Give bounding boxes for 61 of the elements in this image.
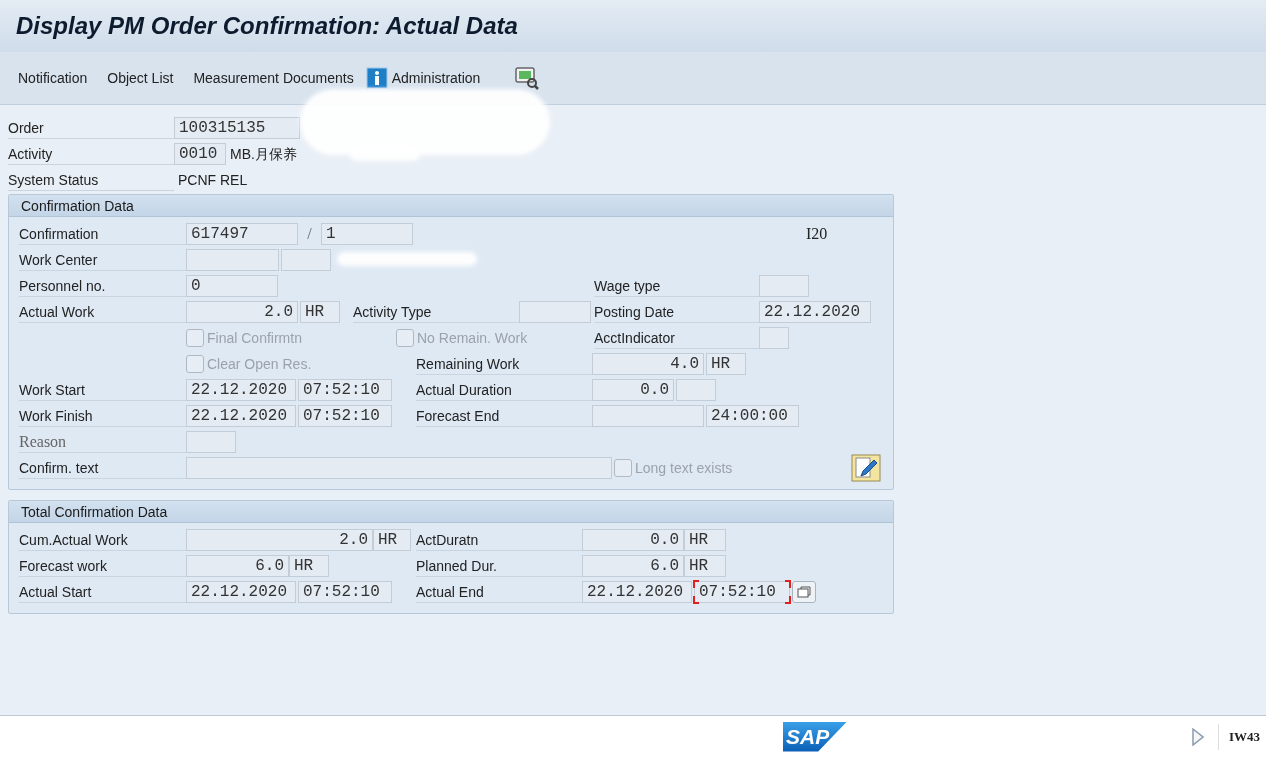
input-field[interactable] <box>186 431 236 453</box>
window-title: Display PM Order Confirmation: Actual Data <box>16 11 518 41</box>
edit-icon[interactable] <box>851 454 881 482</box>
separator: / <box>306 224 313 244</box>
panel-title: Total Confirmation Data <box>9 501 893 523</box>
input-field[interactable]: 2.0 <box>186 529 373 551</box>
input-field[interactable]: 24:00:00 <box>706 405 799 427</box>
input-field[interactable]: 0010 <box>174 143 226 165</box>
input-field[interactable]: 1 <box>321 223 413 245</box>
play-icon[interactable] <box>1192 727 1204 746</box>
input-field[interactable]: 22.12.2020 <box>186 581 296 603</box>
field-label: System Status <box>8 169 174 191</box>
input-field[interactable]: 07:52:10 <box>298 379 392 401</box>
input-field[interactable] <box>759 327 789 349</box>
input-field[interactable]: 6.0 <box>186 555 289 577</box>
input-field[interactable]: 2.0 <box>186 301 298 323</box>
input-field[interactable]: 22.12.2020 <box>759 301 871 323</box>
system-status-value: PCNF REL <box>178 170 248 190</box>
input-field[interactable]: HR <box>289 555 329 577</box>
input-field[interactable]: 0.0 <box>582 529 684 551</box>
input-field[interactable] <box>186 249 279 271</box>
input-field[interactable]: 100315135 <box>174 117 300 139</box>
input-field[interactable] <box>592 405 704 427</box>
checkbox-label: Long text exists <box>635 458 733 478</box>
input-field[interactable]: 22.12.2020 <box>186 379 296 401</box>
activity-description: MB.月保养 <box>230 144 297 164</box>
logo: SAP <box>783 721 847 752</box>
input-field[interactable]: 4.0 <box>592 353 704 375</box>
input-field[interactable] <box>186 457 612 479</box>
input-field[interactable]: 22.12.2020 <box>186 405 296 427</box>
input-field[interactable]: 0.0 <box>592 379 674 401</box>
input-field[interactable]: 22.12.2020 <box>582 581 692 603</box>
toolbar-button[interactable]: Administration <box>365 67 481 89</box>
input-field[interactable]: 07:52:10 <box>298 581 392 603</box>
input-field[interactable]: 6.0 <box>582 555 684 577</box>
info-icon <box>365 67 388 89</box>
input-field[interactable]: 07:52:10 <box>694 581 790 603</box>
transaction-code: IW43 <box>1229 727 1261 746</box>
copy-icon <box>797 586 811 598</box>
input-field[interactable] <box>519 301 591 323</box>
input-field[interactable]: HR <box>684 529 726 551</box>
input-field[interactable]: HR <box>373 529 411 551</box>
toolbar-button[interactable]: Notification <box>18 67 88 89</box>
value-help-button[interactable] <box>792 581 816 603</box>
panel-title: Confirmation Data <box>9 195 893 217</box>
monitor-search-icon[interactable] <box>514 65 541 91</box>
input-field[interactable]: HR <box>684 555 726 577</box>
input-field[interactable]: 0 <box>186 275 278 297</box>
input-field[interactable] <box>281 249 331 271</box>
input-field[interactable]: 07:52:10 <box>298 405 392 427</box>
input-field[interactable] <box>759 275 809 297</box>
code-text: I20 <box>806 224 828 244</box>
input-field[interactable]: 617497 <box>186 223 298 245</box>
toolbar-button[interactable]: Object List <box>107 67 174 89</box>
input-field[interactable]: HR <box>706 353 746 375</box>
checkbox-label: Final Confirmtn <box>207 328 302 348</box>
input-field[interactable] <box>676 379 716 401</box>
input-field[interactable]: HR <box>300 301 340 323</box>
toolbar-button[interactable]: Measurement Documents <box>193 67 354 89</box>
checkbox-label: No Remain. Work <box>417 328 528 348</box>
checkbox-label: Clear Open Res. <box>207 354 312 374</box>
